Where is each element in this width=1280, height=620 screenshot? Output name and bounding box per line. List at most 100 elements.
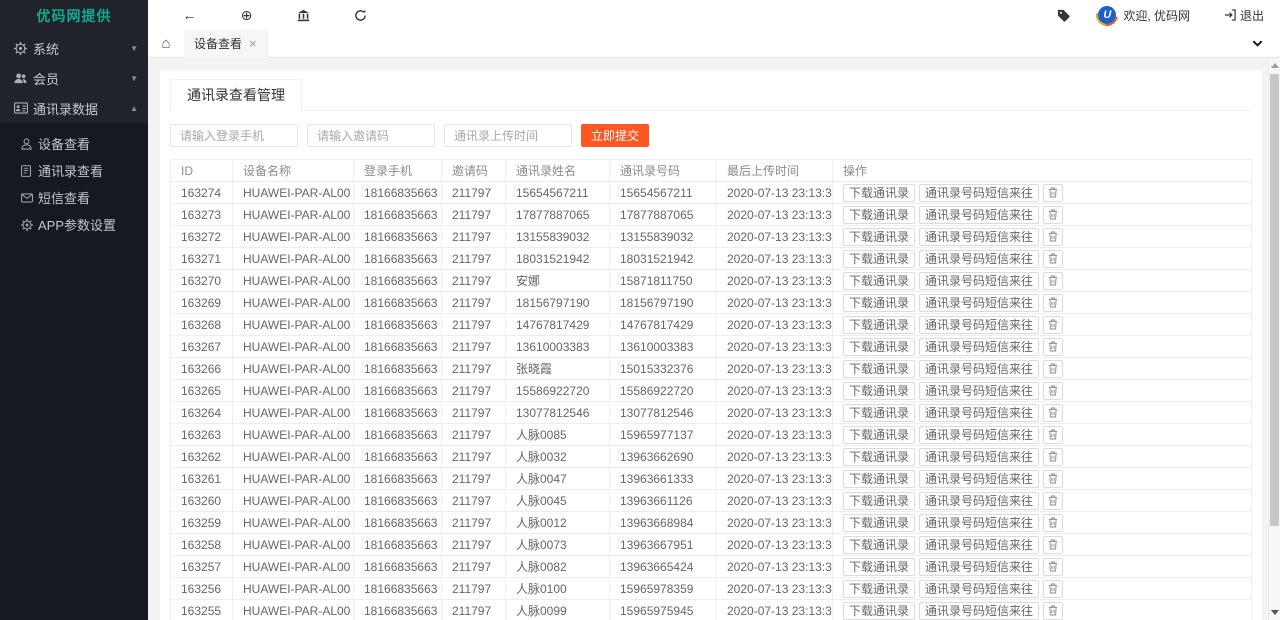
refresh-icon[interactable] bbox=[332, 0, 389, 30]
sms-history-button[interactable]: 通讯录号码短信来往 bbox=[919, 491, 1040, 510]
download-contacts-button[interactable]: 下载通讯录 bbox=[843, 205, 916, 224]
download-contacts-button[interactable]: 下载通讯录 bbox=[843, 359, 916, 378]
download-contacts-button[interactable]: 下载通讯录 bbox=[843, 337, 916, 356]
upload-time-input[interactable] bbox=[444, 124, 572, 147]
sms-history-button[interactable]: 通讯录号码短信来往 bbox=[919, 337, 1040, 356]
download-contacts-button[interactable]: 下载通讯录 bbox=[843, 403, 916, 422]
delete-button[interactable] bbox=[1043, 381, 1064, 400]
sidebar-item-sms-view[interactable]: 短信查看 bbox=[0, 184, 148, 211]
download-contacts-button[interactable]: 下载通讯录 bbox=[843, 513, 916, 532]
sms-history-button[interactable]: 通讯录号码短信来往 bbox=[919, 293, 1040, 312]
delete-button[interactable] bbox=[1043, 183, 1064, 202]
back-icon[interactable]: ← bbox=[161, 0, 218, 30]
cell-actions: 下载通讯录 通讯录号码短信来往 bbox=[832, 599, 1252, 620]
vertical-scrollbar[interactable] bbox=[1268, 58, 1280, 620]
cell-name: 18031521942 bbox=[505, 247, 610, 270]
cell-device: HUAWEI-PAR-AL00 bbox=[232, 511, 354, 534]
delete-button[interactable] bbox=[1043, 579, 1064, 598]
delete-button[interactable] bbox=[1043, 601, 1064, 620]
sidebar-item-system[interactable]: 系统 ▼ bbox=[0, 33, 148, 63]
cell-invite: 211797 bbox=[441, 203, 506, 226]
sms-history-button[interactable]: 通讯录号码短信来往 bbox=[919, 447, 1040, 466]
delete-button[interactable] bbox=[1043, 557, 1064, 576]
download-contacts-button[interactable]: 下载通讯录 bbox=[843, 447, 916, 466]
sms-history-button[interactable]: 通讯录号码短信来往 bbox=[919, 557, 1040, 576]
download-contacts-button[interactable]: 下载通讯录 bbox=[843, 535, 916, 554]
user-menu[interactable]: U 欢迎, 优码网 bbox=[1098, 6, 1190, 24]
delete-button[interactable] bbox=[1043, 403, 1064, 422]
sms-history-button[interactable]: 通讯录号码短信来往 bbox=[919, 249, 1040, 268]
download-contacts-button[interactable]: 下载通讯录 bbox=[843, 315, 916, 334]
scroll-down-arrow-icon[interactable] bbox=[1271, 610, 1279, 615]
cell-id: 163256 bbox=[170, 577, 233, 600]
sms-history-button[interactable]: 通讯录号码短信来往 bbox=[919, 469, 1040, 488]
delete-button[interactable] bbox=[1043, 469, 1064, 488]
tab-list-chevron-icon[interactable] bbox=[1251, 37, 1264, 50]
download-contacts-button[interactable]: 下载通讯录 bbox=[843, 579, 916, 598]
sidebar-item-contacts-data[interactable]: 通讯录数据 ▲ bbox=[0, 93, 148, 123]
download-contacts-button[interactable]: 下载通讯录 bbox=[843, 271, 916, 290]
sms-history-button[interactable]: 通讯录号码短信来往 bbox=[919, 183, 1040, 202]
delete-button[interactable] bbox=[1043, 535, 1064, 554]
sidebar-item-members[interactable]: 会员 ▼ bbox=[0, 63, 148, 93]
download-contacts-button[interactable]: 下载通讯录 bbox=[843, 469, 916, 488]
login-phone-input[interactable] bbox=[170, 124, 298, 147]
submit-button[interactable]: 立即提交 bbox=[581, 124, 650, 147]
scroll-up-arrow-icon[interactable] bbox=[1271, 63, 1279, 68]
delete-button[interactable] bbox=[1043, 315, 1064, 334]
sidebar-item-device-view[interactable]: 设备查看 bbox=[0, 130, 148, 157]
delete-button[interactable] bbox=[1043, 227, 1064, 246]
sms-history-button[interactable]: 通讯录号码短信来往 bbox=[919, 425, 1040, 444]
sms-history-button[interactable]: 通讯录号码短信来往 bbox=[919, 315, 1040, 334]
delete-button[interactable] bbox=[1043, 491, 1064, 510]
home-icon[interactable]: ⌂ bbox=[148, 35, 184, 52]
download-contacts-button[interactable]: 下载通讯录 bbox=[843, 227, 916, 246]
delete-button[interactable] bbox=[1043, 271, 1064, 290]
cell-device: HUAWEI-PAR-AL00 bbox=[232, 181, 354, 204]
cell-id: 163270 bbox=[170, 269, 233, 292]
download-contacts-button[interactable]: 下载通讯录 bbox=[843, 183, 916, 202]
delete-button[interactable] bbox=[1043, 359, 1064, 378]
download-contacts-button[interactable]: 下载通讯录 bbox=[843, 381, 916, 400]
delete-button[interactable] bbox=[1043, 249, 1064, 268]
sms-history-button[interactable]: 通讯录号码短信来往 bbox=[919, 381, 1040, 400]
sms-history-button[interactable]: 通讯录号码短信来往 bbox=[919, 205, 1040, 224]
delete-button[interactable] bbox=[1043, 205, 1064, 224]
locate-icon[interactable]: ⊕ bbox=[218, 0, 275, 30]
delete-button[interactable] bbox=[1043, 337, 1064, 356]
tab-contacts-view-manage[interactable]: 通讯录查看管理 bbox=[170, 79, 302, 111]
cell-time: 2020-07-13 23:13:32 bbox=[716, 467, 833, 490]
download-contacts-button[interactable]: 下载通讯录 bbox=[843, 557, 916, 576]
sms-history-button[interactable]: 通讯录号码短信来往 bbox=[919, 535, 1040, 554]
scrollbar-thumb[interactable] bbox=[1270, 74, 1279, 526]
delete-button[interactable] bbox=[1043, 425, 1064, 444]
sms-history-button[interactable]: 通讯录号码短信来往 bbox=[919, 403, 1040, 422]
cell-number: 17877887065 bbox=[609, 203, 717, 226]
invite-code-input[interactable] bbox=[307, 124, 435, 147]
cell-name: 人脉0045 bbox=[505, 489, 610, 512]
tag-icon[interactable] bbox=[1057, 9, 1070, 22]
logout-button[interactable]: 退出 bbox=[1224, 7, 1264, 24]
tab-device-view[interactable]: 设备查看 × bbox=[184, 29, 268, 58]
sidebar-item-app-settings[interactable]: APP参数设置 bbox=[0, 211, 148, 238]
download-contacts-button[interactable]: 下载通讯录 bbox=[843, 425, 916, 444]
sms-history-button[interactable]: 通讯录号码短信来往 bbox=[919, 601, 1040, 620]
sms-history-button[interactable]: 通讯录号码短信来往 bbox=[919, 513, 1040, 532]
sms-history-button[interactable]: 通讯录号码短信来往 bbox=[919, 359, 1040, 378]
download-contacts-button[interactable]: 下载通讯录 bbox=[843, 249, 916, 268]
close-icon[interactable]: × bbox=[249, 36, 257, 51]
download-contacts-button[interactable]: 下载通讯录 bbox=[843, 491, 916, 510]
contacts-table: ID 设备名称 登录手机 邀请码 通讯录姓名 通讯录号码 最后上传时间 操作 163274 HU… bbox=[170, 159, 1252, 620]
sms-history-button[interactable]: 通讯录号码短信来往 bbox=[919, 227, 1040, 246]
delete-button[interactable] bbox=[1043, 293, 1064, 312]
sms-history-button[interactable]: 通讯录号码短信来往 bbox=[919, 579, 1040, 598]
cell-time: 2020-07-13 23:13:32 bbox=[716, 533, 833, 556]
delete-button[interactable] bbox=[1043, 513, 1064, 532]
cell-number: 18156797190 bbox=[609, 291, 717, 314]
delete-button[interactable] bbox=[1043, 447, 1064, 466]
sidebar-item-contacts-view[interactable]: 通讯录查看 bbox=[0, 157, 148, 184]
download-contacts-button[interactable]: 下载通讯录 bbox=[843, 293, 916, 312]
download-contacts-button[interactable]: 下载通讯录 bbox=[843, 601, 916, 620]
bank-icon[interactable] bbox=[275, 0, 332, 30]
sms-history-button[interactable]: 通讯录号码短信来往 bbox=[919, 271, 1040, 290]
